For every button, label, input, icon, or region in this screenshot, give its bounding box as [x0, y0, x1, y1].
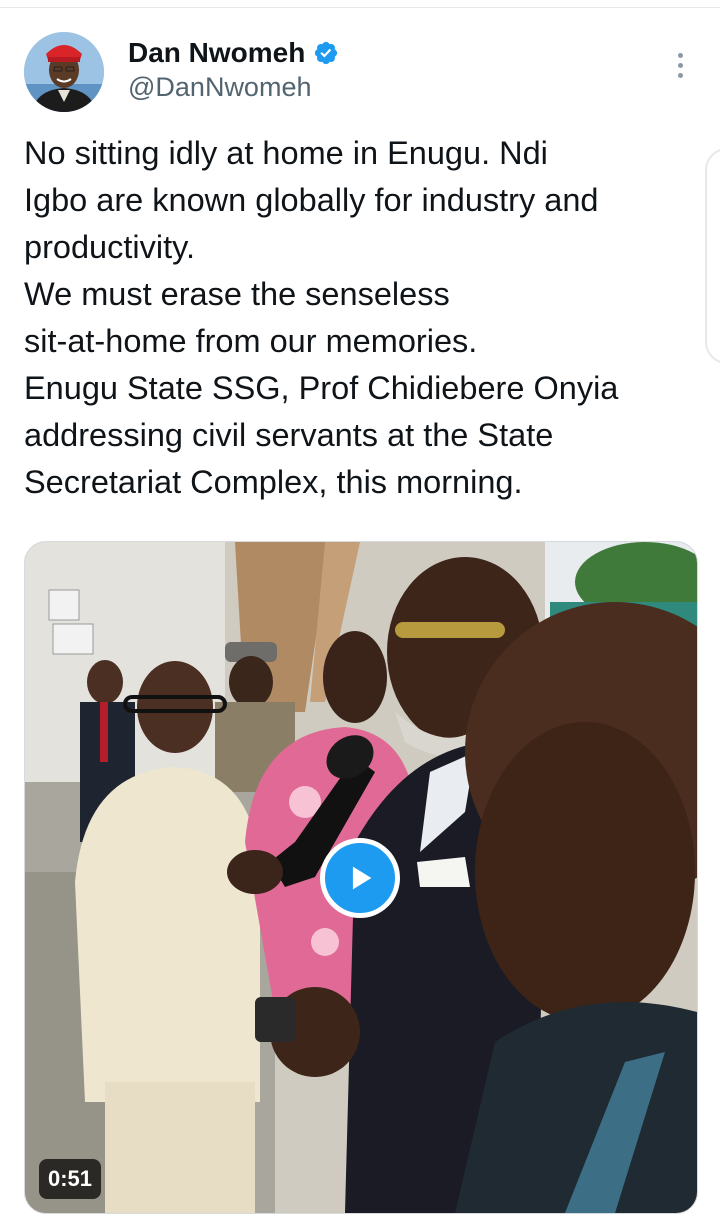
- video-duration-badge: 0:51: [39, 1159, 102, 1199]
- more-vertical-icon: [677, 52, 683, 58]
- author-display-name[interactable]: Dan Nwomeh: [128, 37, 305, 69]
- tweet-text-line: sit-at-home from our memories.: [24, 323, 478, 359]
- author-handle[interactable]: @DanNwomeh: [128, 72, 311, 103]
- play-button[interactable]: [320, 838, 400, 918]
- tweet-text: No sitting idly at home in Enugu. Ndi Ig…: [24, 130, 694, 506]
- tweet-text-line: productivity.: [24, 229, 195, 265]
- tweet-text-line: addressing civil servants at the State: [24, 417, 554, 453]
- tweet-text-line: Enugu State SSG, Prof Chidiebere Onyia: [24, 370, 619, 406]
- tweet-text-line: Secretariat Complex, this morning.: [24, 464, 523, 500]
- video-player[interactable]: 0:51: [24, 541, 698, 1214]
- tweet-text-line: No sitting idly at home in Enugu. Ndi: [24, 135, 548, 171]
- avatar[interactable]: [24, 32, 104, 112]
- author-name-row[interactable]: Dan Nwomeh: [128, 36, 339, 70]
- side-panel-tab[interactable]: [705, 148, 720, 364]
- verified-badge-icon: [315, 41, 338, 65]
- tweet-text-line: We must erase the senseless: [24, 276, 450, 312]
- more-options-button[interactable]: [664, 48, 696, 82]
- tweet-text-line: Igbo are known globally for industry and: [24, 182, 599, 218]
- top-divider: [0, 7, 720, 8]
- play-icon: [352, 866, 372, 890]
